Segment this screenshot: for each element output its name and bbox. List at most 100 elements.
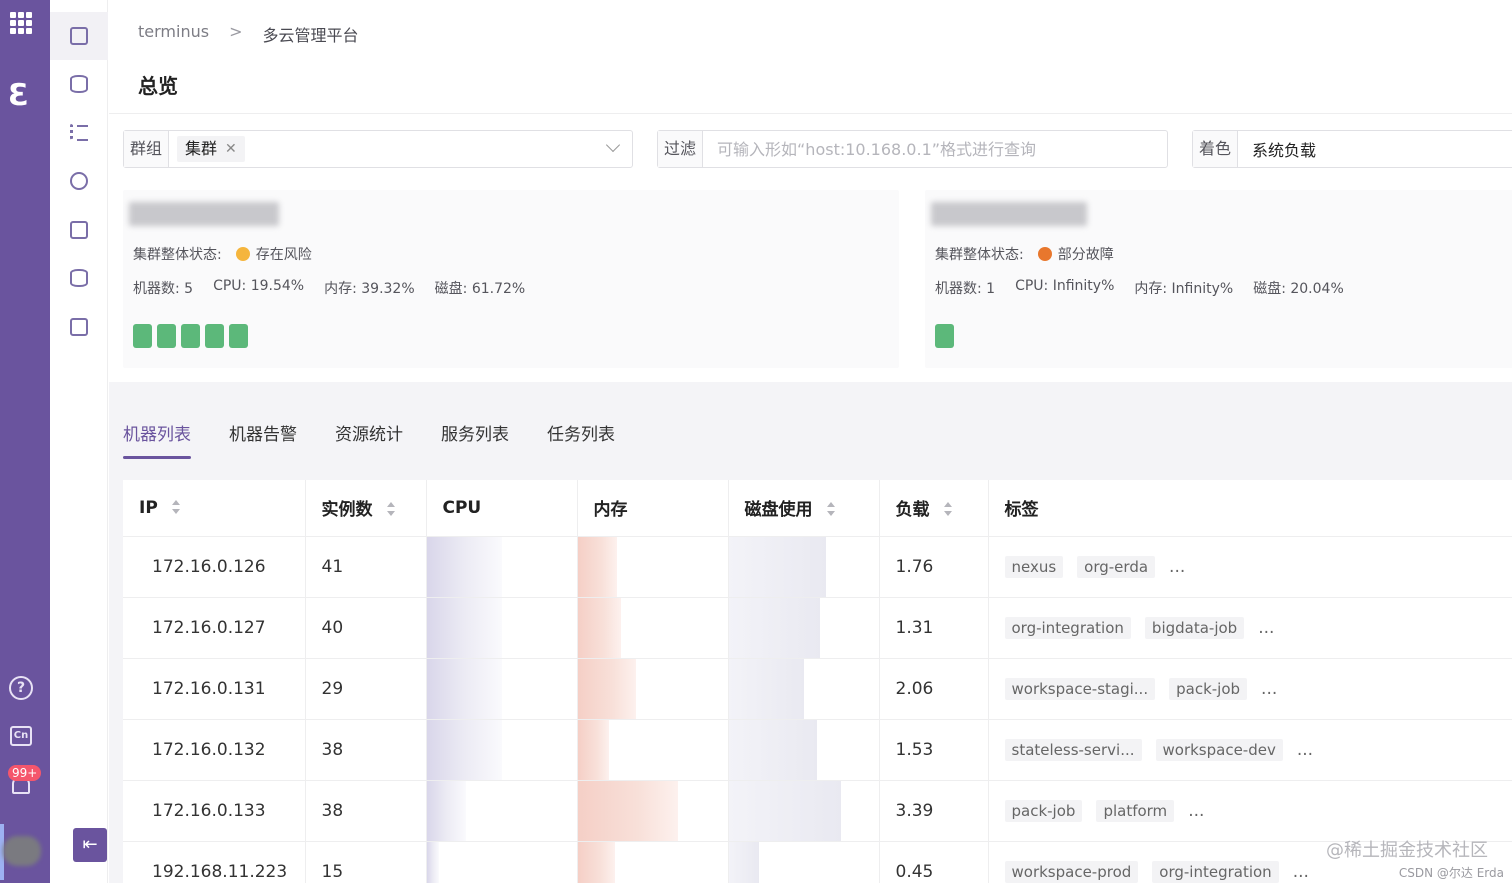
sidebar-item-report[interactable] [50, 206, 108, 254]
cluster-name-redacted [931, 202, 1087, 226]
disk-bar [728, 719, 817, 780]
cpu-usage: CPU: 19.54% [213, 278, 305, 294]
sort-icon[interactable] [826, 502, 837, 518]
more-labels[interactable]: ... [1293, 862, 1309, 882]
group-select[interactable]: 群组 集群 ✕ [123, 130, 633, 168]
machine-block[interactable] [205, 324, 224, 348]
erda-logo[interactable]: ℇ [8, 81, 36, 111]
filter-input[interactable] [703, 131, 1167, 167]
cell-disk [728, 779, 880, 841]
database-icon [70, 75, 88, 93]
cell-cpu [426, 718, 578, 780]
disk-bar [728, 780, 841, 841]
chevron-down-icon[interactable] [605, 137, 621, 153]
more-labels[interactable]: ... [1297, 740, 1313, 760]
language-icon[interactable]: Cn [10, 726, 32, 746]
table-row[interactable]: 172.16.0.127 40 1.31 org-integration bigdata… [123, 596, 1512, 658]
cell-instances: 38 [305, 779, 427, 841]
more-labels[interactable]: ... [1258, 618, 1274, 638]
header-label: 内存 [593, 500, 628, 521]
tab-machine-list[interactable]: 机器列表 [123, 420, 191, 459]
label-tag: nexus [1004, 555, 1064, 578]
more-labels[interactable]: ... [1188, 801, 1204, 821]
cell-disk [728, 718, 880, 780]
column-header-ip[interactable]: IP [123, 480, 306, 536]
header-label: 负载 [895, 500, 930, 521]
cell-load: 1.76 [879, 535, 989, 597]
cell-ip: 192.168.11.223 [123, 840, 306, 883]
disk-usage: 磁盘: 61.72% [434, 281, 526, 297]
apps-grid-icon[interactable] [10, 12, 32, 34]
cell-cpu [426, 535, 578, 597]
sidebar-item-logs[interactable] [50, 303, 108, 351]
cpu-bar [426, 597, 502, 658]
tab-job-list[interactable]: 任务列表 [547, 420, 615, 459]
machine-block[interactable] [157, 324, 176, 348]
breadcrumb-root[interactable]: terminus [138, 22, 209, 46]
machine-block[interactable] [935, 324, 954, 348]
cell-load: 2.06 [879, 657, 989, 719]
cell-cpu [426, 657, 578, 719]
cluster-stats: 机器数: 5 CPU: 19.54% 内存: 39.32% 磁盘: 61.72% [133, 278, 525, 298]
label-tag: workspace-stagi... [1004, 677, 1156, 700]
status-text: 部分故障 [1057, 247, 1114, 263]
mem-bar [577, 536, 617, 597]
collapse-sidebar-button[interactable]: ⇤ [73, 828, 107, 862]
label-tag: workspace-prod [1004, 860, 1139, 883]
help-icon[interactable]: ? [9, 676, 33, 700]
tab-resource-stats[interactable]: 资源统计 [335, 420, 403, 459]
tab-service-list[interactable]: 服务列表 [441, 420, 509, 459]
column-header-load[interactable]: 负载 [879, 480, 989, 536]
tab-machine-alarm[interactable]: 机器告警 [229, 420, 297, 459]
cell-mem [577, 779, 729, 841]
label-tag: stateless-servi... [1004, 738, 1142, 761]
cluster-stats: 机器数: 1 CPU: Infinity% 内存: Infinity% 磁盘: … [935, 278, 1344, 298]
table-row[interactable]: 172.16.0.132 38 1.53 stateless-servi... work… [123, 718, 1512, 780]
cell-ip: 172.16.0.126 [123, 535, 306, 597]
cell-labels: workspace-stagi... pack-job... [988, 657, 1512, 719]
mem-usage: 内存: 39.32% [324, 281, 415, 297]
sidebar-item-list[interactable] [50, 108, 108, 156]
sidebar-item-clusters[interactable] [50, 60, 108, 108]
cluster-status: 集群整体状态: 部分故障 [935, 244, 1114, 264]
sidebar-item-cluster-overview[interactable] [50, 12, 108, 60]
sort-icon[interactable] [943, 502, 954, 518]
sort-icon[interactable] [386, 502, 397, 518]
machine-block[interactable] [133, 324, 152, 348]
table-row[interactable]: 172.16.0.133 38 3.39 pack-job platform... [123, 779, 1512, 841]
status-value: 部分故障 [1037, 244, 1114, 264]
sort-icon[interactable] [171, 499, 182, 516]
mem-bar [577, 841, 615, 883]
disk-bar [728, 536, 826, 597]
column-header-disk[interactable]: 磁盘使用 [728, 480, 880, 536]
cell-load: 0.45 [879, 840, 989, 883]
cluster-card[interactable]: 集群整体状态: 部分故障 机器数: 1 CPU: Infinity% 内存: I… [925, 190, 1512, 368]
machine-count: 机器数: 5 [133, 281, 194, 297]
cluster-card[interactable]: 集群整体状态: 存在风险 机器数: 5 CPU: 19.54% 内存: 39.3… [123, 190, 899, 368]
sidebar-item-alarm[interactable] [50, 157, 108, 205]
color-select[interactable]: 着色 系统负载 [1192, 130, 1512, 168]
more-labels[interactable]: ... [1169, 557, 1185, 577]
more-labels[interactable]: ... [1261, 679, 1277, 699]
status-dot-icon [235, 247, 250, 261]
mem-bar [577, 780, 678, 841]
column-header-instances[interactable]: 实例数 [305, 480, 427, 536]
cell-disk [728, 535, 880, 597]
sidebar-item-resource[interactable] [50, 254, 108, 302]
status-value: 存在风险 [235, 244, 312, 264]
machine-blocks [935, 324, 954, 348]
machine-block[interactable] [181, 324, 200, 348]
remove-chip-icon[interactable]: ✕ [225, 136, 237, 162]
status-label: 集群整体状态: [133, 247, 222, 263]
table-row[interactable]: 192.168.11.223 15 0.45 workspace-prod org-in… [123, 840, 1512, 883]
machine-block[interactable] [229, 324, 248, 348]
filter-field: 过滤 [657, 130, 1168, 168]
table-row[interactable]: 172.16.0.131 29 2.06 workspace-stagi... pack… [123, 657, 1512, 719]
column-header-cpu: CPU [426, 480, 578, 536]
cell-instances: 40 [305, 596, 427, 658]
cell-instances: 41 [305, 535, 427, 597]
table-row[interactable]: 172.16.0.126 41 1.76 nexus org-erda... [123, 535, 1512, 597]
cell-disk [728, 840, 880, 883]
app-root: ℇ ? Cn 99+ ⇤ terminus > 多云管理平台 总览 群组 集群 … [0, 0, 1512, 883]
avatar[interactable] [3, 836, 41, 866]
